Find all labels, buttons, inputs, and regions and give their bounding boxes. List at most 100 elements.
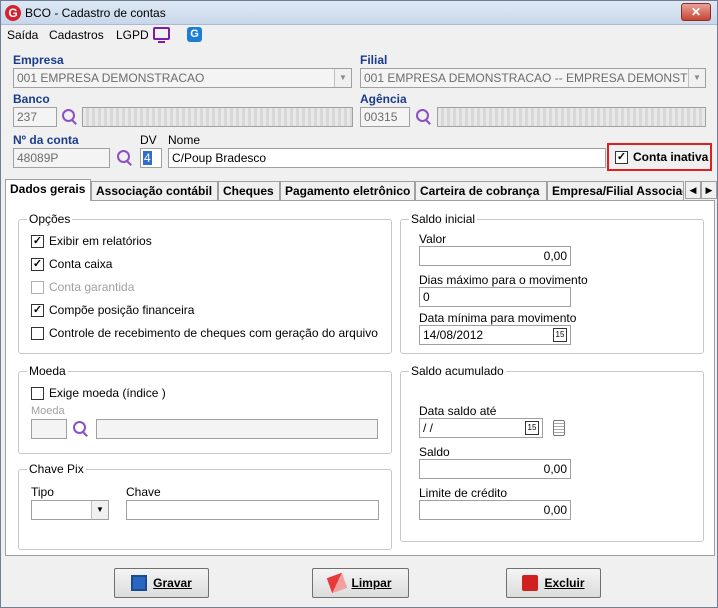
trash-icon xyxy=(522,574,539,591)
chave-field[interactable] xyxy=(126,500,379,520)
title-bar: G BCO - Cadastro de contas ✕ xyxy=(1,1,717,25)
limite-credito-label: Limite de crédito xyxy=(419,486,508,500)
menu-bar: Saída Cadastros LGPD G xyxy=(1,25,717,45)
saldo-field[interactable]: 0,00 xyxy=(419,459,571,479)
exibir-relatorios-label: Exibir em relatórios xyxy=(49,234,152,248)
tab-cheques[interactable]: Cheques xyxy=(218,181,280,201)
banco-name-field xyxy=(82,107,353,127)
controle-cheques-label: Controle de recebimento de cheques com g… xyxy=(49,326,378,340)
search-icon[interactable] xyxy=(415,108,433,126)
compoe-posicao-checkbox[interactable]: ✓ xyxy=(31,304,44,317)
conta-inativa-checkbox[interactable]: ✓ xyxy=(615,151,628,164)
excluir-button[interactable]: Excluir xyxy=(506,568,601,598)
conta-caixa-label: Conta caixa xyxy=(49,257,113,271)
compoe-posicao-label: Compõe posição financeira xyxy=(49,303,195,317)
valor-field[interactable]: 0,00 xyxy=(419,246,571,266)
limite-credito-field[interactable]: 0,00 xyxy=(419,500,571,520)
calendar-icon[interactable]: 15 xyxy=(553,328,567,342)
filial-combo[interactable]: 001 EMPRESA DEMONSTRACAO -- EMPRESA DEMO… xyxy=(360,68,706,88)
tipo-select[interactable]: ▼ xyxy=(31,500,109,520)
saldo-acumulado-group: Saldo acumulado Data saldo até / / 15 Sa… xyxy=(400,364,704,542)
eraser-icon xyxy=(327,572,348,594)
menu-lgpd[interactable]: LGPD xyxy=(116,28,149,42)
calculator-icon[interactable] xyxy=(553,420,565,436)
nome-label: Nome xyxy=(168,133,201,147)
moeda-group: Moeda Exige moeda (índice ) Moeda xyxy=(18,364,392,454)
controle-cheques-checkbox[interactable] xyxy=(31,327,44,340)
close-button[interactable]: ✕ xyxy=(681,3,711,21)
calendar-icon[interactable]: 15 xyxy=(525,421,539,435)
limpar-label: Limpar xyxy=(351,576,392,590)
conta-number-field[interactable]: 48089P xyxy=(13,148,110,168)
conta-garantida-label: Conta garantida xyxy=(49,280,135,294)
chave-pix-group: Chave Pix Tipo ▼ Chave xyxy=(18,462,392,550)
empresa-value: 001 EMPRESA DEMONSTRACAO xyxy=(17,71,205,85)
menu-cadastros[interactable]: Cadastros xyxy=(49,28,104,42)
saldo-acumulado-title: Saldo acumulado xyxy=(409,364,506,378)
tipo-label: Tipo xyxy=(31,485,54,499)
tab-bar: Dados gerais Associação contábil Cheques… xyxy=(5,179,717,201)
data-saldo-label: Data saldo até xyxy=(419,404,497,418)
nome-field[interactable]: C/Poup Bradesco xyxy=(168,148,606,168)
chevron-down-icon[interactable]: ▼ xyxy=(688,69,705,87)
empresa-combo[interactable]: 001 EMPRESA DEMONSTRACAO ▼ xyxy=(13,68,352,88)
banco-code-field[interactable]: 237 xyxy=(13,107,57,127)
window-title: BCO - Cadastro de contas xyxy=(25,6,166,20)
menu-saida[interactable]: Saída xyxy=(7,28,38,42)
limpar-button[interactable]: Limpar xyxy=(312,568,409,598)
exibir-relatorios-checkbox[interactable]: ✓ xyxy=(31,235,44,248)
moeda-title: Moeda xyxy=(27,364,68,378)
chevron-down-icon[interactable]: ▼ xyxy=(91,501,108,519)
g-app-icon[interactable]: G xyxy=(187,27,202,42)
empresa-label: Empresa xyxy=(13,53,64,67)
dv-value: 4 xyxy=(143,151,152,165)
dias-maximo-field[interactable]: 0 xyxy=(419,287,571,307)
tab-scroll-left-icon[interactable]: ◀ xyxy=(685,181,701,199)
search-icon[interactable] xyxy=(116,149,134,167)
data-minima-value: 14/08/2012 xyxy=(423,328,484,342)
agencia-code-field[interactable]: 00315 xyxy=(360,107,410,127)
tab-empresa-filial[interactable]: Empresa/Filial Associad xyxy=(547,181,684,201)
valor-label: Valor xyxy=(419,232,447,246)
monitor-icon[interactable] xyxy=(153,27,170,43)
dias-maximo-label: Dias máximo para o movimento xyxy=(419,273,588,287)
data-saldo-value: / / xyxy=(423,421,434,435)
tab-associacao-contabil[interactable]: Associação contábil xyxy=(91,181,218,201)
conta-number-label: Nº da conta xyxy=(13,133,79,147)
gravar-label: Gravar xyxy=(153,576,192,590)
opcoes-group: Opções ✓ Exibir em relatórios ✓ Conta ca… xyxy=(18,212,392,354)
floppy-disk-icon xyxy=(131,574,148,591)
conta-inativa-highlight: ✓ Conta inativa xyxy=(607,143,712,171)
conta-caixa-checkbox[interactable]: ✓ xyxy=(31,258,44,271)
data-minima-label: Data mínima para movimento xyxy=(419,311,577,325)
opcoes-title: Opções xyxy=(27,212,73,226)
exige-moeda-label: Exige moeda (índice ) xyxy=(49,386,166,400)
moeda-name-field xyxy=(96,419,378,439)
agencia-label: Agência xyxy=(360,92,407,106)
search-icon[interactable] xyxy=(72,420,90,438)
dv-field[interactable]: 4 xyxy=(140,148,162,168)
conta-garantida-checkbox[interactable] xyxy=(31,281,44,294)
data-saldo-field[interactable]: / / 15 xyxy=(419,418,543,438)
saldo-label: Saldo xyxy=(419,445,450,459)
chave-label: Chave xyxy=(126,485,161,499)
filial-value: 001 EMPRESA DEMONSTRACAO -- EMPRESA DEMO… xyxy=(364,71,706,85)
gravar-button[interactable]: Gravar xyxy=(114,568,209,598)
dv-label: DV xyxy=(140,133,157,147)
tab-dados-gerais[interactable]: Dados gerais xyxy=(5,179,91,201)
tab-scroll-right-icon[interactable]: ▶ xyxy=(701,181,717,199)
saldo-inicial-group: Saldo inicial Valor 0,00 Dias máximo par… xyxy=(400,212,704,354)
saldo-inicial-title: Saldo inicial xyxy=(409,212,478,226)
excluir-label: Excluir xyxy=(544,576,585,590)
tab-carteira-cobranca[interactable]: Carteira de cobrança xyxy=(415,181,547,201)
moeda-label: Moeda xyxy=(31,405,65,417)
search-icon[interactable] xyxy=(61,108,79,126)
main-window: G BCO - Cadastro de contas ✕ Saída Cadas… xyxy=(0,0,718,608)
tab-pagamento-eletronico[interactable]: Pagamento eletrônico xyxy=(280,181,415,201)
chevron-down-icon[interactable]: ▼ xyxy=(334,69,351,87)
app-logo-icon: G xyxy=(5,5,21,21)
agencia-name-field xyxy=(437,107,706,127)
data-minima-field[interactable]: 14/08/2012 15 xyxy=(419,325,571,345)
exige-moeda-checkbox[interactable] xyxy=(31,387,44,400)
moeda-code-field[interactable] xyxy=(31,419,67,439)
